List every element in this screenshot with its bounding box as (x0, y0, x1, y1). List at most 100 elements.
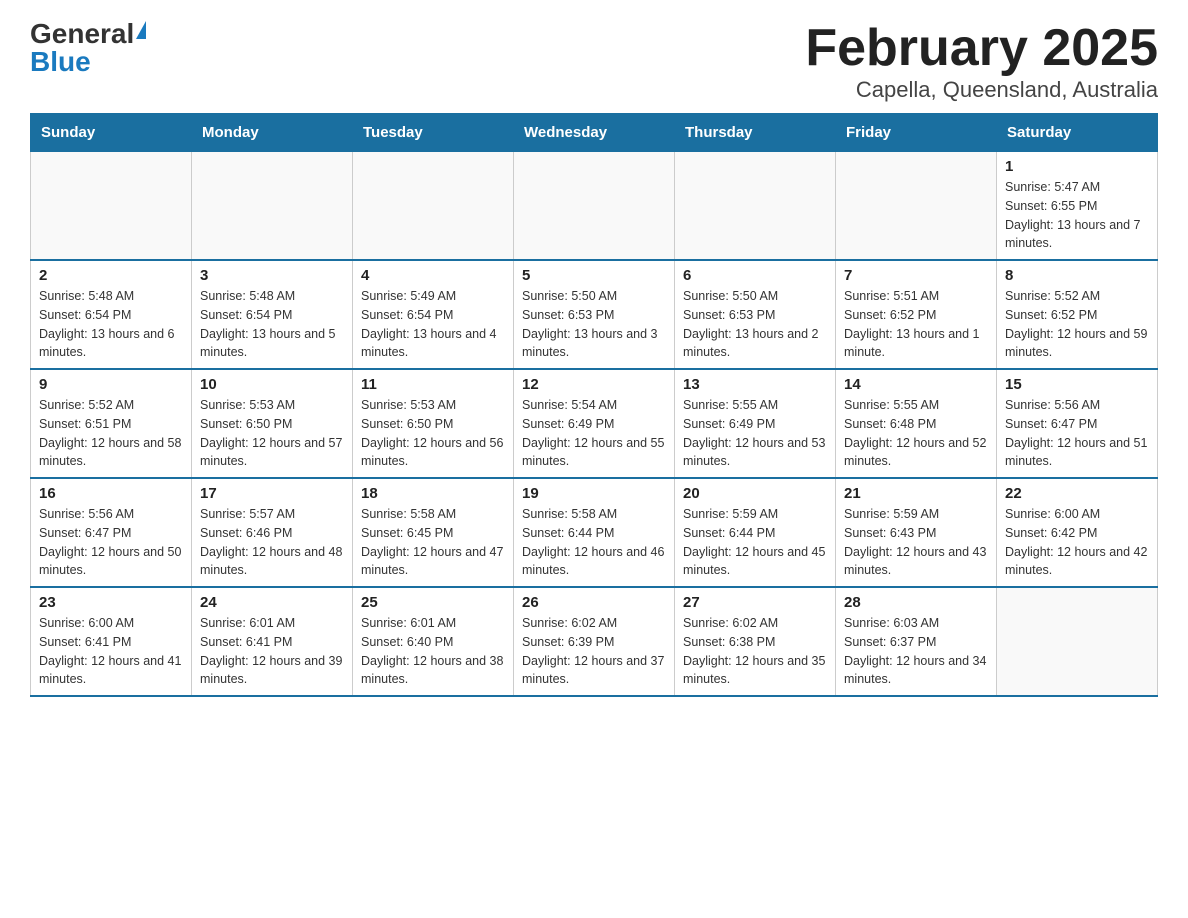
calendar-cell: 9 Sunrise: 5:52 AM Sunset: 6:51 PM Daylig… (31, 369, 192, 478)
day-info: Sunrise: 5:51 AM Sunset: 6:52 PM Dayligh… (844, 287, 988, 362)
day-number: 10 (200, 376, 344, 393)
logo-general-text: General (30, 20, 134, 48)
day-number: 21 (844, 485, 988, 502)
logo-triangle-icon (136, 21, 146, 39)
calendar-cell: 16 Sunrise: 5:56 AM Sunset: 6:47 PM Dayli… (31, 478, 192, 587)
calendar-cell: 6 Sunrise: 5:50 AM Sunset: 6:53 PM Daylig… (675, 260, 836, 369)
calendar-cell: 18 Sunrise: 5:58 AM Sunset: 6:45 PM Dayli… (353, 478, 514, 587)
day-info: Sunrise: 5:48 AM Sunset: 6:54 PM Dayligh… (39, 287, 183, 362)
day-number: 16 (39, 485, 183, 502)
day-info: Sunrise: 5:49 AM Sunset: 6:54 PM Dayligh… (361, 287, 505, 362)
calendar-cell (353, 152, 514, 261)
day-number: 25 (361, 594, 505, 611)
day-info: Sunrise: 5:52 AM Sunset: 6:52 PM Dayligh… (1005, 287, 1149, 362)
day-info: Sunrise: 5:55 AM Sunset: 6:48 PM Dayligh… (844, 396, 988, 471)
day-number: 18 (361, 485, 505, 502)
day-info: Sunrise: 5:56 AM Sunset: 6:47 PM Dayligh… (1005, 396, 1149, 471)
day-number: 3 (200, 267, 344, 284)
title-block: February 2025 Capella, Queensland, Austr… (805, 20, 1158, 103)
day-number: 22 (1005, 485, 1149, 502)
day-info: Sunrise: 6:01 AM Sunset: 6:41 PM Dayligh… (200, 614, 344, 689)
calendar-title: February 2025 (805, 20, 1158, 77)
logo: General Blue (30, 20, 146, 76)
calendar-cell: 21 Sunrise: 5:59 AM Sunset: 6:43 PM Dayli… (836, 478, 997, 587)
calendar-cell: 20Sunrise: 5:59 AM Sunset: 6:44 PM Dayli… (675, 478, 836, 587)
day-number: 17 (200, 485, 344, 502)
calendar-table: SundayMondayTuesdayWednesdayThursdayFrid… (30, 113, 1158, 697)
day-info: Sunrise: 5:48 AM Sunset: 6:54 PM Dayligh… (200, 287, 344, 362)
day-number: 1 (1005, 158, 1149, 175)
calendar-cell: 4 Sunrise: 5:49 AM Sunset: 6:54 PM Daylig… (353, 260, 514, 369)
calendar-cell: 25Sunrise: 6:01 AM Sunset: 6:40 PM Dayli… (353, 587, 514, 696)
calendar-cell: 14 Sunrise: 5:55 AM Sunset: 6:48 PM Dayli… (836, 369, 997, 478)
calendar-cell: 13Sunrise: 5:55 AM Sunset: 6:49 PM Dayli… (675, 369, 836, 478)
calendar-week-1: 2Sunrise: 5:48 AM Sunset: 6:54 PM Daylig… (31, 260, 1158, 369)
calendar-cell: 11Sunrise: 5:53 AM Sunset: 6:50 PM Dayli… (353, 369, 514, 478)
weekday-header-tuesday: Tuesday (353, 114, 514, 152)
day-info: Sunrise: 5:50 AM Sunset: 6:53 PM Dayligh… (683, 287, 827, 362)
calendar-cell: 7 Sunrise: 5:51 AM Sunset: 6:52 PM Daylig… (836, 260, 997, 369)
weekday-row: SundayMondayTuesdayWednesdayThursdayFrid… (31, 114, 1158, 152)
day-info: Sunrise: 5:50 AM Sunset: 6:53 PM Dayligh… (522, 287, 666, 362)
day-number: 19 (522, 485, 666, 502)
day-info: Sunrise: 5:53 AM Sunset: 6:50 PM Dayligh… (200, 396, 344, 471)
day-number: 8 (1005, 267, 1149, 284)
calendar-cell (192, 152, 353, 261)
day-info: Sunrise: 5:53 AM Sunset: 6:50 PM Dayligh… (361, 396, 505, 471)
calendar-cell: 24 Sunrise: 6:01 AM Sunset: 6:41 PM Dayli… (192, 587, 353, 696)
day-info: Sunrise: 6:02 AM Sunset: 6:38 PM Dayligh… (683, 614, 827, 689)
day-info: Sunrise: 6:00 AM Sunset: 6:41 PM Dayligh… (39, 614, 183, 689)
weekday-header-saturday: Saturday (997, 114, 1158, 152)
day-number: 24 (200, 594, 344, 611)
calendar-cell: 17 Sunrise: 5:57 AM Sunset: 6:46 PM Dayli… (192, 478, 353, 587)
day-number: 28 (844, 594, 988, 611)
day-info: Sunrise: 5:52 AM Sunset: 6:51 PM Dayligh… (39, 396, 183, 471)
day-info: Sunrise: 5:58 AM Sunset: 6:44 PM Dayligh… (522, 505, 666, 580)
day-number: 9 (39, 376, 183, 393)
page-header: General Blue February 2025 Capella, Quee… (30, 20, 1158, 103)
day-number: 6 (683, 267, 827, 284)
calendar-cell: 2Sunrise: 5:48 AM Sunset: 6:54 PM Daylig… (31, 260, 192, 369)
day-info: Sunrise: 5:59 AM Sunset: 6:43 PM Dayligh… (844, 505, 988, 580)
day-info: Sunrise: 5:57 AM Sunset: 6:46 PM Dayligh… (200, 505, 344, 580)
day-number: 7 (844, 267, 988, 284)
day-info: Sunrise: 6:02 AM Sunset: 6:39 PM Dayligh… (522, 614, 666, 689)
calendar-cell (675, 152, 836, 261)
calendar-week-2: 9 Sunrise: 5:52 AM Sunset: 6:51 PM Daylig… (31, 369, 1158, 478)
day-number: 12 (522, 376, 666, 393)
calendar-body: 1Sunrise: 5:47 AM Sunset: 6:55 PM Daylig… (31, 152, 1158, 697)
calendar-week-3: 16 Sunrise: 5:56 AM Sunset: 6:47 PM Dayli… (31, 478, 1158, 587)
calendar-cell: 28 Sunrise: 6:03 AM Sunset: 6:37 PM Dayli… (836, 587, 997, 696)
day-info: Sunrise: 5:54 AM Sunset: 6:49 PM Dayligh… (522, 396, 666, 471)
day-number: 14 (844, 376, 988, 393)
weekday-header-wednesday: Wednesday (514, 114, 675, 152)
day-info: Sunrise: 6:03 AM Sunset: 6:37 PM Dayligh… (844, 614, 988, 689)
day-number: 5 (522, 267, 666, 284)
logo-blue-text: Blue (30, 48, 91, 76)
day-info: Sunrise: 6:00 AM Sunset: 6:42 PM Dayligh… (1005, 505, 1149, 580)
day-info: Sunrise: 5:58 AM Sunset: 6:45 PM Dayligh… (361, 505, 505, 580)
calendar-cell: 10 Sunrise: 5:53 AM Sunset: 6:50 PM Dayli… (192, 369, 353, 478)
day-number: 27 (683, 594, 827, 611)
calendar-week-4: 23 Sunrise: 6:00 AM Sunset: 6:41 PM Dayli… (31, 587, 1158, 696)
day-info: Sunrise: 5:56 AM Sunset: 6:47 PM Dayligh… (39, 505, 183, 580)
weekday-header-monday: Monday (192, 114, 353, 152)
calendar-cell (836, 152, 997, 261)
day-info: Sunrise: 5:55 AM Sunset: 6:49 PM Dayligh… (683, 396, 827, 471)
calendar-cell (997, 587, 1158, 696)
day-info: Sunrise: 5:59 AM Sunset: 6:44 PM Dayligh… (683, 505, 827, 580)
day-number: 4 (361, 267, 505, 284)
calendar-cell: 3 Sunrise: 5:48 AM Sunset: 6:54 PM Daylig… (192, 260, 353, 369)
calendar-week-0: 1Sunrise: 5:47 AM Sunset: 6:55 PM Daylig… (31, 152, 1158, 261)
weekday-header-thursday: Thursday (675, 114, 836, 152)
calendar-cell: 19 Sunrise: 5:58 AM Sunset: 6:44 PM Dayli… (514, 478, 675, 587)
weekday-header-sunday: Sunday (31, 114, 192, 152)
calendar-cell (31, 152, 192, 261)
calendar-cell: 8 Sunrise: 5:52 AM Sunset: 6:52 PM Daylig… (997, 260, 1158, 369)
calendar-cell: 27 Sunrise: 6:02 AM Sunset: 6:38 PM Dayli… (675, 587, 836, 696)
day-number: 23 (39, 594, 183, 611)
calendar-cell: 26Sunrise: 6:02 AM Sunset: 6:39 PM Dayli… (514, 587, 675, 696)
calendar-header: SundayMondayTuesdayWednesdayThursdayFrid… (31, 114, 1158, 152)
calendar-cell (514, 152, 675, 261)
calendar-cell: 5 Sunrise: 5:50 AM Sunset: 6:53 PM Daylig… (514, 260, 675, 369)
